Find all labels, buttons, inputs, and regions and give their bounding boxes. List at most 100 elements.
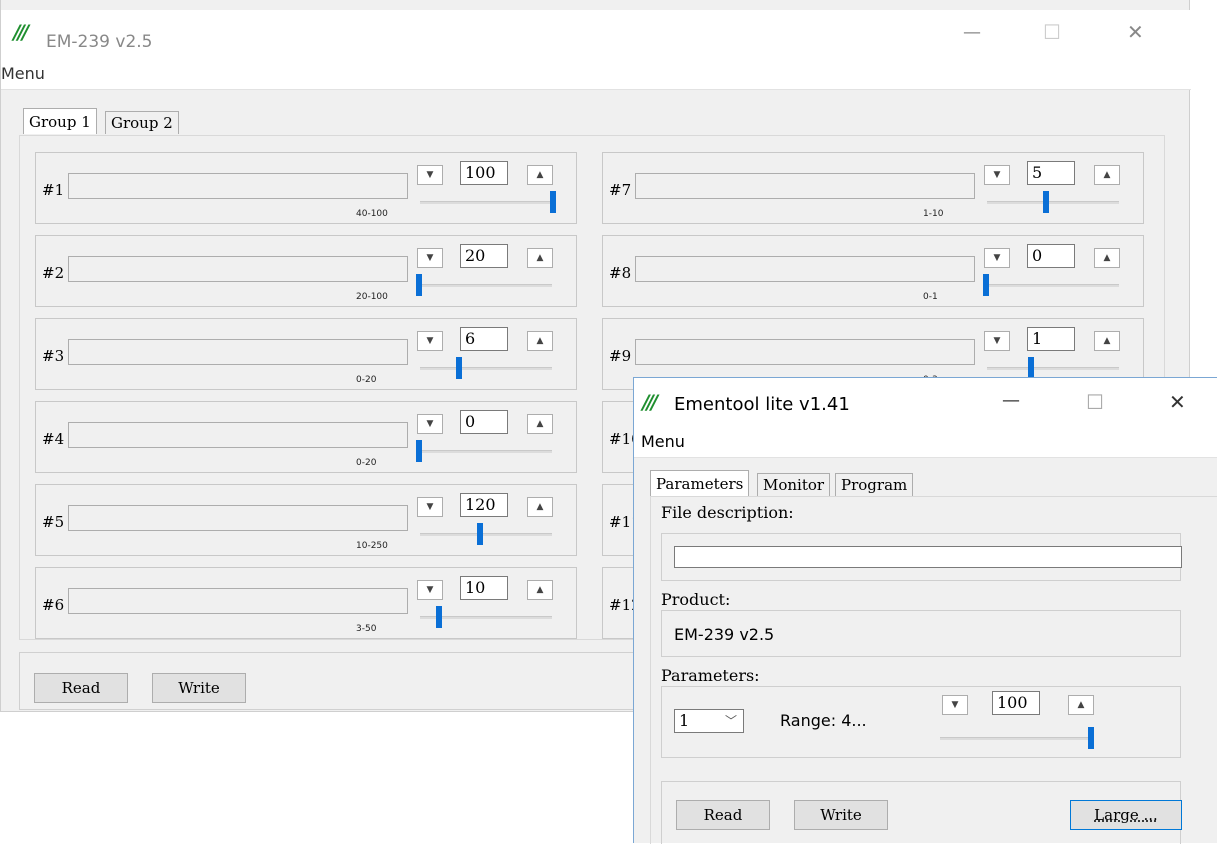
value-input[interactable]: 6 (460, 327, 508, 351)
value-input[interactable]: 0 (460, 410, 508, 434)
file-description-input[interactable] (674, 546, 1182, 568)
app-logo-icon: /// (13, 20, 29, 44)
range-label: 0-1 (923, 292, 938, 302)
main-window-title: EM-239 v2.5 (46, 32, 153, 52)
tool-button-bar: Read Write Large ... (661, 781, 1182, 844)
parameter-row: #7 ▼ 5 ▲ 1-10 (602, 152, 1144, 224)
tab-program[interactable]: Program (835, 473, 914, 496)
minimize-icon[interactable]: — (1002, 390, 1020, 411)
decrement-button[interactable]: ▼ (417, 165, 443, 185)
parameter-bar (635, 173, 975, 199)
value-input[interactable]: 5 (1027, 161, 1075, 185)
range-label: 3-50 (356, 624, 377, 634)
increment-button[interactable]: ▲ (527, 414, 553, 434)
ementool-menu[interactable]: Menu (641, 432, 685, 451)
decrement-button[interactable]: ▼ (942, 695, 968, 715)
value-slider-thumb[interactable] (1088, 727, 1094, 749)
value-slider-thumb[interactable] (1042, 191, 1049, 213)
value-input[interactable]: 120 (460, 493, 508, 517)
decrement-button[interactable]: ▼ (417, 414, 443, 434)
value-input[interactable]: 100 (460, 161, 508, 185)
value-slider-track[interactable] (420, 284, 552, 287)
value-slider-thumb[interactable] (435, 606, 442, 628)
value-input[interactable]: 100 (992, 691, 1040, 715)
main-title-bar[interactable]: /// EM-239 v2.5 — ☐ ✕ (1, 10, 1191, 58)
increment-button[interactable]: ▲ (1094, 248, 1120, 268)
increment-button[interactable]: ▲ (527, 331, 553, 351)
value-slider-track[interactable] (420, 201, 552, 204)
increment-button[interactable]: ▲ (527, 580, 553, 600)
parameter-select[interactable]: 1 ﹀ (674, 709, 744, 733)
close-icon[interactable]: ✕ (1127, 20, 1144, 44)
read-button[interactable]: Read (34, 673, 128, 703)
value-slider-thumb[interactable] (477, 523, 484, 545)
decrement-button[interactable]: ▼ (417, 331, 443, 351)
value-slider-track[interactable] (420, 367, 552, 370)
parameter-row: #2 ▼ 20 ▲ 20-100 (35, 235, 577, 307)
tab-group-2[interactable]: Group 2 (105, 111, 179, 134)
product-label: Product: (661, 590, 731, 609)
value-slider-track[interactable] (987, 367, 1119, 370)
maximize-icon[interactable]: ☐ (1043, 20, 1061, 44)
value-slider-thumb[interactable] (416, 440, 422, 462)
close-icon[interactable]: ✕ (1169, 390, 1186, 414)
chevron-down-icon: ﹀ (725, 714, 738, 728)
parameter-bar (68, 256, 408, 282)
read-button[interactable]: Read (676, 800, 770, 830)
parameter-bar (635, 339, 975, 365)
parameter-label: #2 (42, 264, 65, 282)
parameter-row: #8 ▼ 0 ▲ 0-1 (602, 235, 1144, 307)
decrement-button[interactable]: ▼ (984, 165, 1010, 185)
value-slider-track[interactable] (987, 201, 1119, 204)
parameter-row: #4 ▼ 0 ▲ 0-20 (35, 401, 577, 473)
value-slider-thumb[interactable] (456, 357, 463, 379)
parameter-bar (68, 339, 408, 365)
decrement-button[interactable]: ▼ (417, 580, 443, 600)
increment-button[interactable]: ▲ (1068, 695, 1094, 715)
increment-button[interactable]: ▲ (1094, 165, 1120, 185)
decrement-button[interactable]: ▼ (984, 331, 1010, 351)
parameter-row: #5 ▼ 120 ▲ 10-250 (35, 484, 577, 556)
ementool-window-title: Ementool lite v1.41 (674, 394, 850, 415)
write-button[interactable]: Write (152, 673, 246, 703)
value-slider-thumb[interactable] (1027, 357, 1034, 379)
range-label: 40-100 (356, 209, 388, 219)
range-label: 10-250 (356, 541, 388, 551)
value-input[interactable]: 0 (1027, 244, 1075, 268)
value-slider-track[interactable] (940, 737, 1094, 740)
value-input[interactable]: 1 (1027, 327, 1075, 351)
decrement-button[interactable]: ▼ (417, 497, 443, 517)
value-slider-thumb[interactable] (550, 191, 556, 213)
decrement-button[interactable]: ▼ (984, 248, 1010, 268)
parameter-row: #3 ▼ 6 ▲ 0-20 (35, 318, 577, 390)
value-slider-track[interactable] (987, 284, 1119, 287)
minimize-icon[interactable]: — (963, 22, 981, 43)
increment-button[interactable]: ▲ (527, 248, 553, 268)
range-text: Range: 4... (780, 711, 867, 730)
value-slider-track[interactable] (420, 533, 552, 536)
main-menu[interactable]: Menu (1, 64, 45, 83)
parameter-label: #5 (42, 513, 65, 531)
large-button[interactable]: Large ... (1070, 800, 1182, 830)
value-input[interactable]: 20 (460, 244, 508, 268)
value-slider-track[interactable] (420, 450, 552, 453)
tab-group-1[interactable]: Group 1 (23, 108, 97, 134)
value-slider-thumb[interactable] (416, 274, 422, 296)
maximize-icon[interactable]: ☐ (1086, 390, 1104, 414)
tab-monitor[interactable]: Monitor (757, 473, 831, 496)
increment-button[interactable]: ▲ (1094, 331, 1120, 351)
parameter-label: #4 (42, 430, 65, 448)
parameter-bar (68, 422, 408, 448)
range-label: 1-10 (923, 209, 944, 219)
parameter-label: #9 (609, 347, 632, 365)
range-label: 0-20 (356, 458, 377, 468)
increment-button[interactable]: ▲ (527, 165, 553, 185)
parameter-bar (68, 173, 408, 199)
write-button[interactable]: Write (794, 800, 888, 830)
value-slider-thumb[interactable] (983, 274, 989, 296)
decrement-button[interactable]: ▼ (417, 248, 443, 268)
ementool-title-bar[interactable]: /// Ementool lite v1.41 — ☐ ✕ (634, 378, 1217, 426)
value-input[interactable]: 10 (460, 576, 508, 600)
increment-button[interactable]: ▲ (527, 497, 553, 517)
tab-parameters[interactable]: Parameters (650, 470, 750, 496)
